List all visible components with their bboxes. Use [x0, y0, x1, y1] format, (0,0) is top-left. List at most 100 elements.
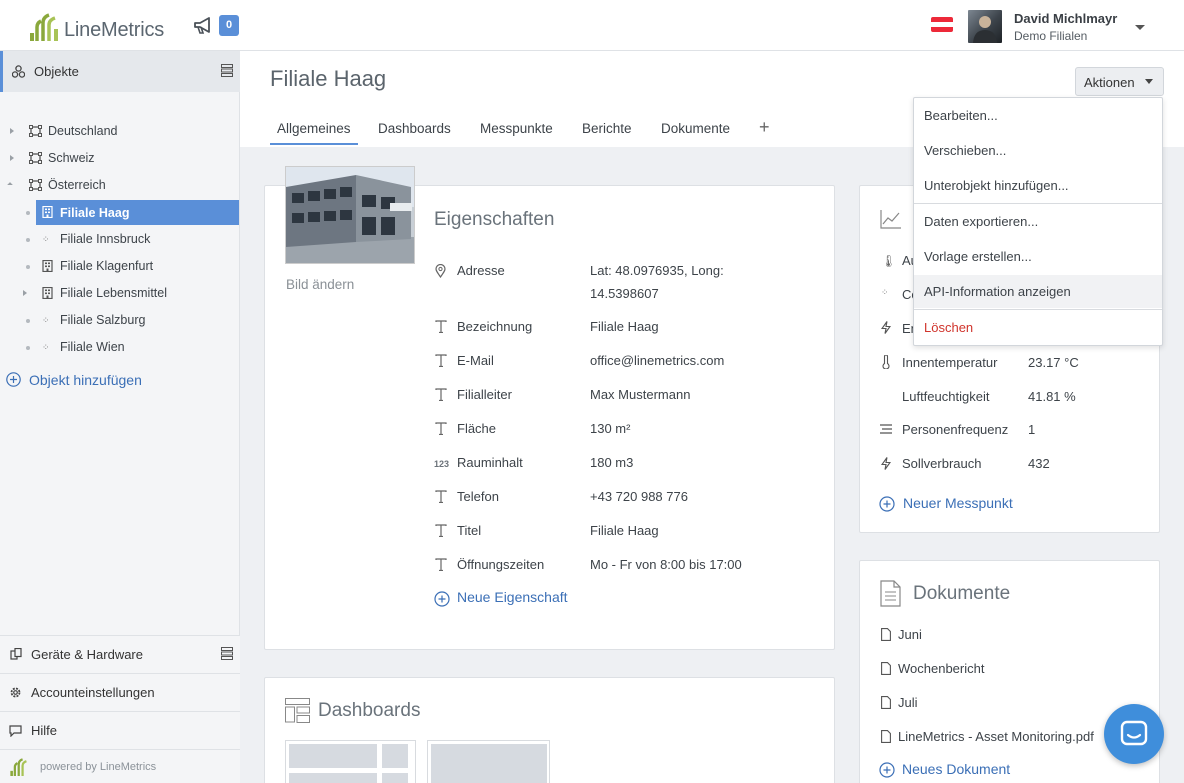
document-item[interactable]: LineMetrics - Asset Monitoring.pdf [898, 729, 1108, 744]
logo-icon [30, 13, 58, 41]
tree-item[interactable]: Österreich [48, 173, 106, 197]
file-icon [881, 628, 891, 641]
documents-title: Dokumente [913, 583, 1011, 604]
linemetrics-logo[interactable]: LineMetrics [30, 13, 164, 41]
document-item[interactable]: Wochenbericht [898, 661, 984, 676]
text-icon [435, 388, 449, 402]
menu-item-api-info[interactable]: API-Information anzeigen [924, 284, 1071, 299]
property-value[interactable]: Lat: 48.0976935, Long: [590, 259, 724, 282]
add-measurement-link[interactable]: Neuer Messpunkt [903, 495, 1013, 511]
property-label: Öffnungszeiten [457, 557, 545, 572]
property-value[interactable]: 180 m3 [590, 451, 633, 474]
building-icon [42, 260, 53, 272]
tree-item[interactable]: Deutschland [48, 119, 118, 143]
expand-arrow-icon[interactable] [10, 128, 14, 134]
add-property-link[interactable]: Neue Eigenschaft [457, 589, 568, 605]
tab-dokumente[interactable]: Dokumente [661, 121, 730, 136]
tab-berichte[interactable]: Berichte [582, 121, 632, 136]
property-label: Filialleiter [457, 387, 512, 402]
tree-item[interactable]: Filiale Innsbruck [60, 227, 150, 251]
add-tab-button[interactable]: + [759, 117, 770, 138]
list-view-icon[interactable] [221, 64, 233, 77]
plus-circle-icon[interactable] [879, 762, 895, 778]
chevron-down-icon[interactable] [1135, 25, 1145, 30]
measurement-label[interactable]: Personenfrequenz [902, 422, 1008, 437]
tree-item[interactable]: Filiale Klagenfurt [60, 254, 153, 278]
property-value[interactable]: 130 m² [590, 417, 630, 440]
notification-count-badge[interactable]: 0 [219, 15, 239, 36]
plus-circle-icon[interactable] [879, 496, 895, 512]
property-value[interactable]: Mo - Fr von 8:00 bis 17:00 [590, 553, 742, 576]
document-item[interactable]: Juni [898, 627, 922, 642]
tree-dot [26, 238, 30, 242]
sidebar-item-devices[interactable]: Geräte & Hardware [0, 635, 240, 673]
menu-item-delete[interactable]: Löschen [924, 320, 973, 335]
menu-item-move[interactable]: Verschieben... [924, 143, 1006, 158]
menu-item-add-subobject[interactable]: Unterobjekt hinzufügen... [924, 178, 1069, 193]
text-icon [435, 422, 449, 436]
tab-dashboards[interactable]: Dashboards [378, 121, 451, 136]
property-value[interactable]: Filiale Haag [590, 315, 659, 338]
chevron-down-icon[interactable] [1145, 79, 1153, 84]
logo-text: LineMetrics [64, 19, 165, 41]
list-view-icon[interactable] [221, 647, 233, 660]
menu-item-edit[interactable]: Bearbeiten... [924, 108, 998, 123]
tab-allgemeines[interactable]: Allgemeines [277, 121, 351, 136]
tab-messpunkte[interactable]: Messpunkte [480, 121, 553, 136]
tree-item[interactable]: Schweiz [48, 146, 95, 170]
change-image-link[interactable]: Bild ändern [286, 277, 354, 292]
lines-icon [880, 424, 892, 434]
sidebar-item-help[interactable]: Hilfe [0, 711, 240, 749]
property-label: Telefon [457, 489, 499, 504]
expand-arrow-icon[interactable] [10, 155, 14, 161]
user-name[interactable]: David Michlmayr [1014, 11, 1117, 26]
tree-item[interactable]: Filiale Salzburg [60, 308, 145, 332]
object-photo[interactable] [285, 166, 415, 264]
plus-circle-icon[interactable] [434, 591, 450, 607]
measurement-label[interactable]: Sollverbrauch [902, 456, 982, 471]
number-icon: 123 [434, 459, 450, 469]
text-icon [435, 524, 449, 538]
add-object-link[interactable]: Objekt hinzufügen [29, 372, 142, 388]
linemetrics-small-logo-icon [10, 758, 30, 776]
property-value[interactable]: Max Mustermann [590, 383, 690, 406]
dashboard-thumbnail[interactable] [285, 740, 416, 783]
sidebar-item-account[interactable]: Accounteinstellungen [0, 673, 240, 711]
region-icon [29, 125, 42, 137]
thermometer-icon: 🌡︎ [881, 254, 897, 268]
property-value[interactable]: Filiale Haag [590, 519, 659, 542]
avatar[interactable] [968, 10, 1002, 43]
measurement-label[interactable]: Innentemperatur [902, 355, 997, 370]
dashboard-thumbnail[interactable] [427, 740, 550, 783]
measurement-value: 1 [1028, 422, 1036, 437]
menu-item-export-data[interactable]: Daten exportieren... [924, 214, 1038, 229]
austria-flag-icon[interactable] [931, 17, 953, 32]
expand-arrow-icon[interactable] [23, 290, 27, 296]
menu-divider [914, 309, 1162, 310]
menu-item-create-template[interactable]: Vorlage erstellen... [924, 249, 1032, 264]
property-value[interactable]: +43 720 988 776 [590, 485, 688, 508]
property-value[interactable]: 14.5398607 [590, 282, 659, 305]
building-icon [42, 206, 53, 218]
text-icon [435, 320, 449, 334]
file-icon [881, 730, 891, 743]
plus-circle-icon[interactable] [6, 372, 21, 387]
property-label: Bezeichnung [457, 319, 533, 334]
user-organization[interactable]: Demo Filialen [1014, 29, 1087, 43]
text-icon [435, 558, 449, 572]
property-value[interactable]: office@linemetrics.com [590, 349, 724, 372]
support-chat-button[interactable] [1104, 704, 1164, 764]
file-icon [881, 696, 891, 709]
page-title: Filiale Haag [270, 66, 387, 91]
measurement-label[interactable]: Luftfeuchtigkeit [902, 389, 989, 404]
thermometer-icon [882, 355, 890, 369]
add-document-link[interactable]: Neues Dokument [902, 761, 1010, 777]
tree-item[interactable]: Filiale Lebensmittel [60, 281, 167, 305]
property-label: E-Mail [457, 353, 494, 368]
property-label: Rauminhalt [457, 455, 523, 470]
megaphone-icon[interactable] [193, 17, 215, 35]
tree-dot [26, 265, 30, 269]
property-label: Titel [457, 523, 482, 538]
document-item[interactable]: Juli [898, 695, 918, 710]
tree-item[interactable]: Filiale Wien [60, 335, 125, 359]
